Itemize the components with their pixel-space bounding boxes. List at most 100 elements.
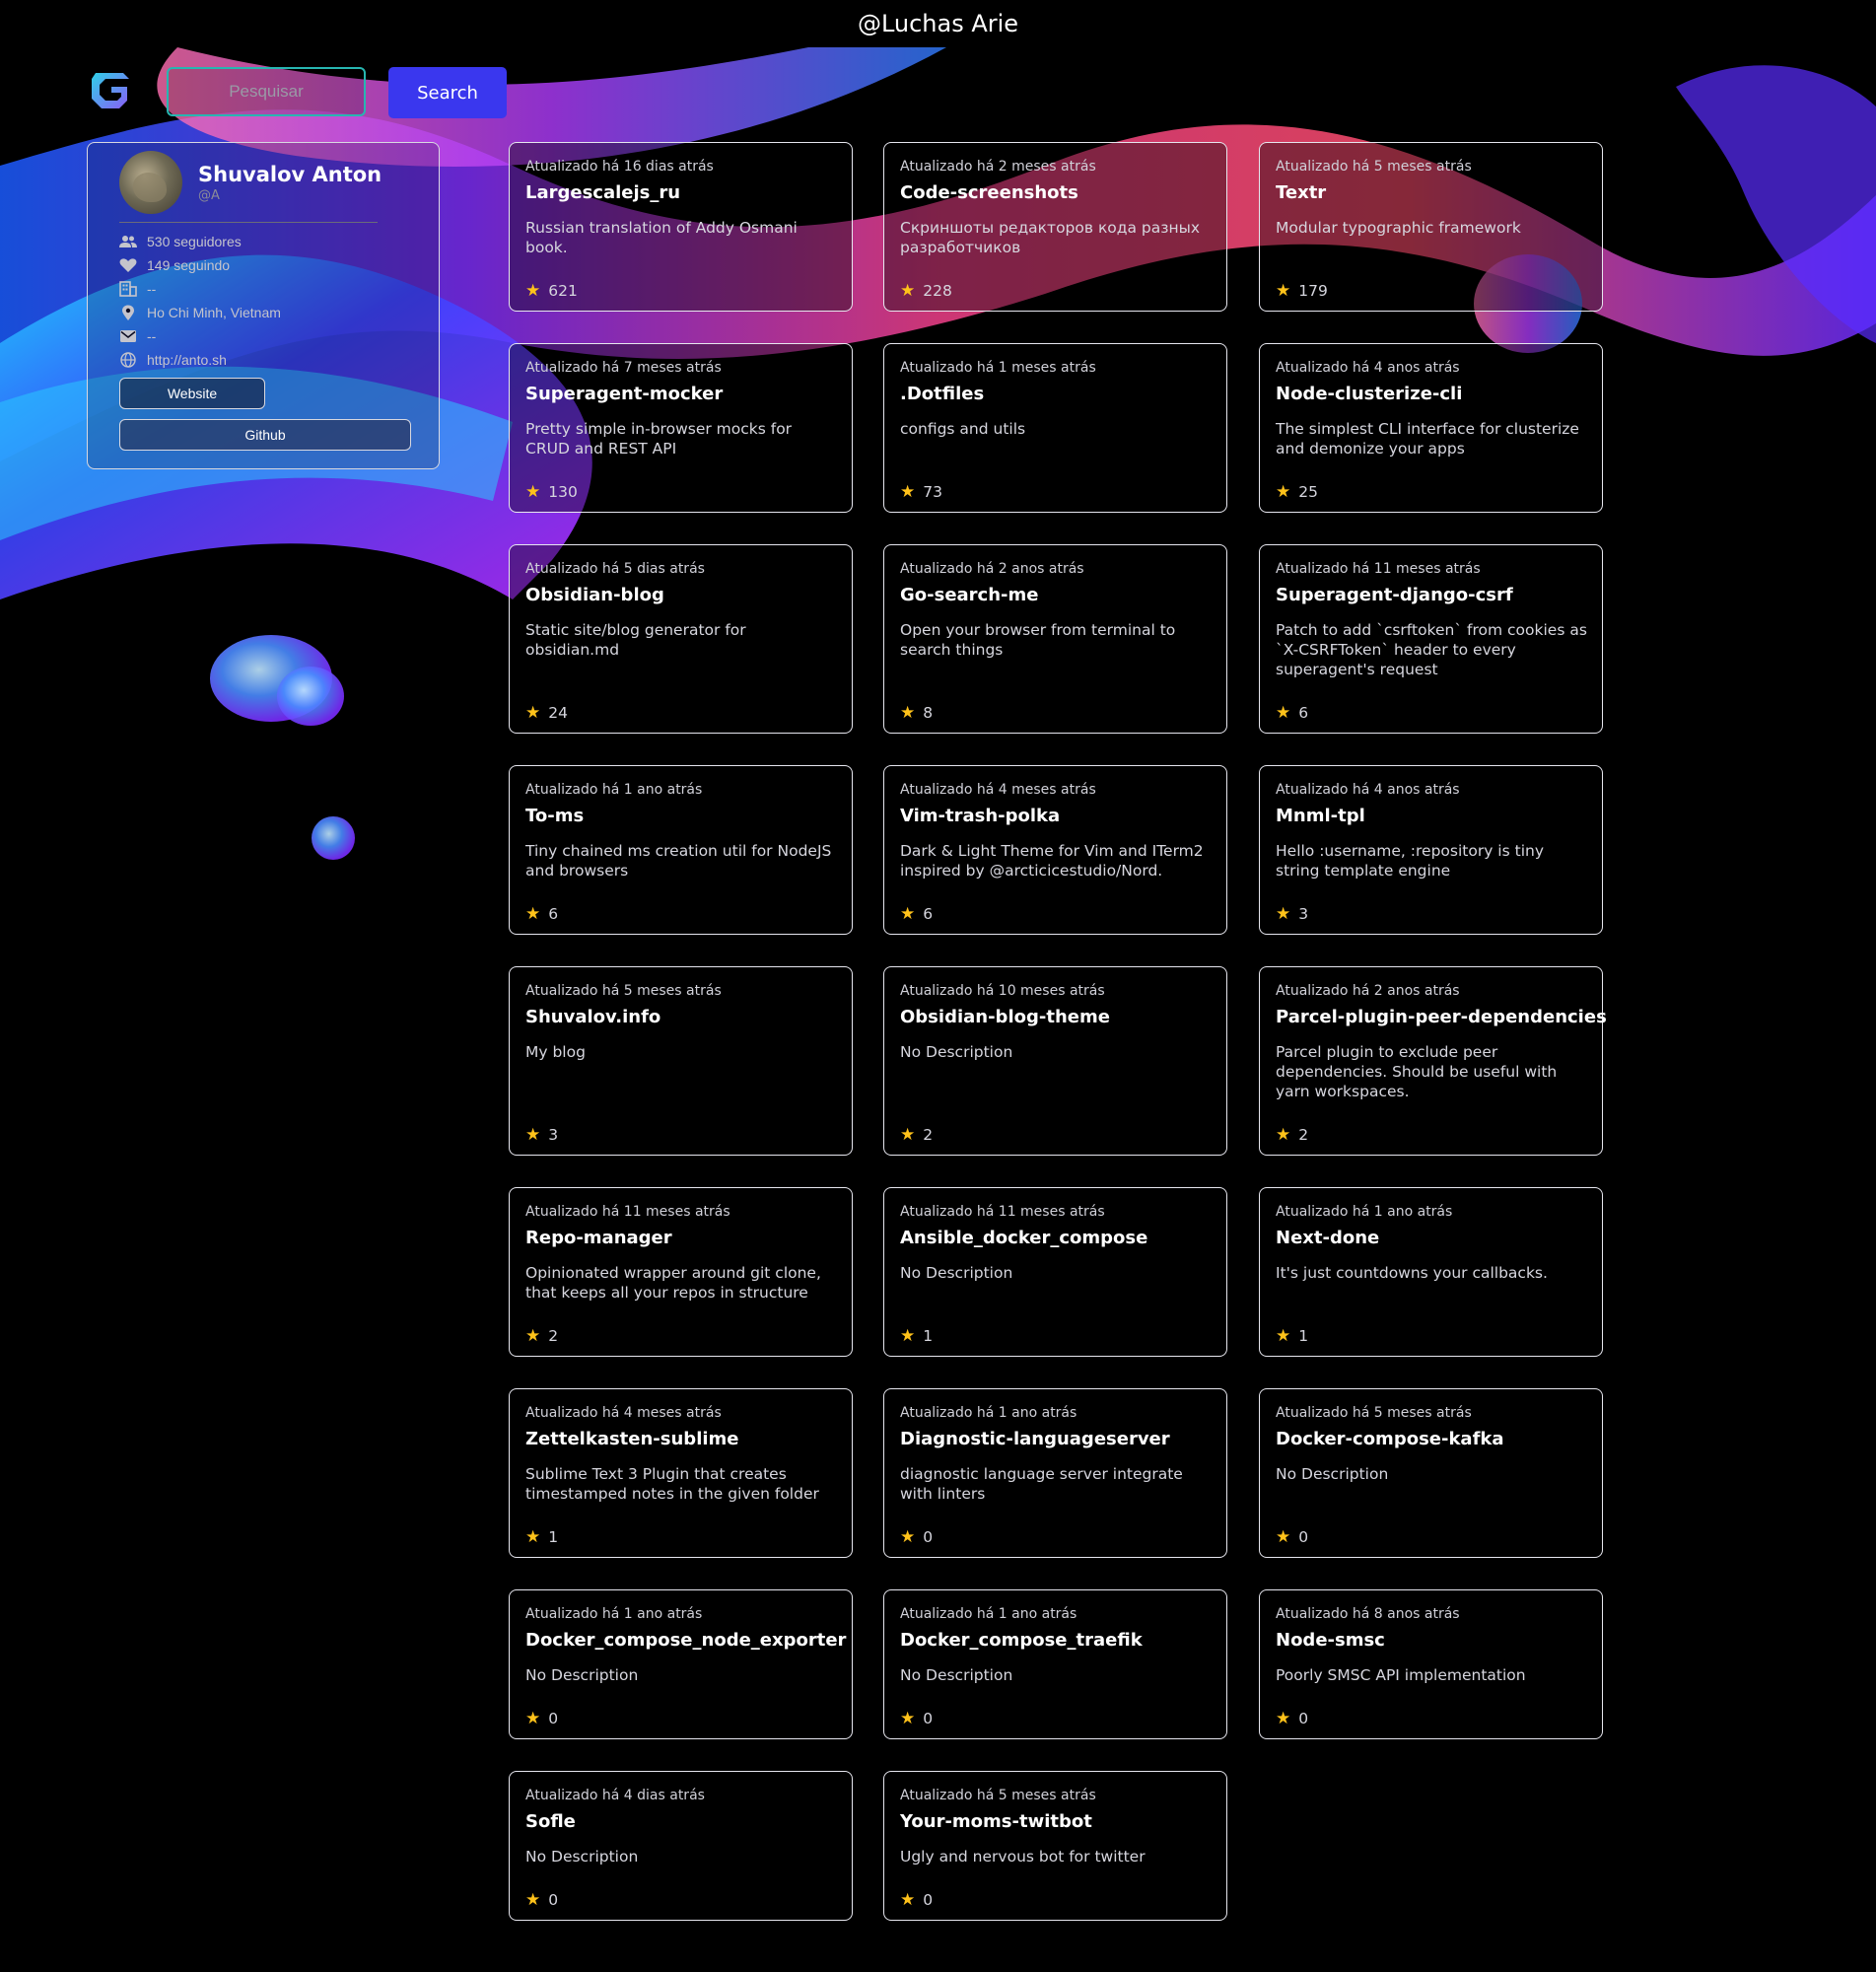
repo-name[interactable]: Mnml-tpl [1276, 806, 1365, 826]
repo-stars: ★ 0 [900, 1890, 933, 1910]
repo-card[interactable]: Atualizado há 5 meses atrás Textr Modular … [1259, 142, 1603, 312]
repo-updated: Atualizado há 4 meses atrás [525, 1405, 722, 1421]
repo-name[interactable]: Node-clusterize-cli [1276, 384, 1462, 404]
repo-stars: ★ 130 [525, 482, 578, 502]
repo-name[interactable]: Docker_compose_node_exporter [525, 1630, 846, 1651]
star-count: 6 [548, 905, 559, 923]
repo-name[interactable]: Shuvalov.info [525, 1007, 660, 1027]
repo-stars: ★ 6 [900, 904, 933, 924]
repo-description: The simplest CLI interface for clusteriz… [1276, 420, 1579, 458]
star-icon: ★ [1276, 904, 1291, 924]
repo-card[interactable]: Atualizado há 5 meses atrás Docker-compos… [1259, 1388, 1603, 1558]
repo-card[interactable]: Atualizado há 10 meses atrás Obsidian-blo… [883, 966, 1227, 1156]
repo-updated: Atualizado há 7 meses atrás [525, 360, 722, 376]
website-text[interactable]: http://anto.sh [147, 352, 227, 368]
star-icon: ★ [1276, 482, 1291, 502]
repo-card[interactable]: Atualizado há 4 anos atrás Node-clusteriz… [1259, 343, 1603, 513]
repo-card[interactable]: Atualizado há 11 meses atrás Ansible_dock… [883, 1187, 1227, 1357]
repo-name[interactable]: Code-screenshots [900, 182, 1078, 203]
search-input[interactable] [167, 67, 366, 116]
repo-card[interactable]: Atualizado há 4 anos atrás Mnml-tpl Hello … [1259, 765, 1603, 935]
repo-card[interactable]: Atualizado há 1 ano atrás Docker_compose_… [509, 1589, 853, 1739]
repo-stars: ★ 228 [900, 281, 952, 301]
profile-card: Shuvalov Anton @A 530 seguidores 149 seg… [87, 142, 440, 469]
repo-name[interactable]: To-ms [525, 806, 584, 826]
repo-description: No Description [1276, 1465, 1389, 1483]
repo-stars: ★ 25 [1276, 482, 1318, 502]
star-icon: ★ [525, 1527, 541, 1547]
repo-card[interactable]: Atualizado há 16 dias atrás Largescalejs_… [509, 142, 853, 312]
repo-card[interactable]: Atualizado há 4 meses atrás Zettelkasten-… [509, 1388, 853, 1558]
star-icon: ★ [1276, 281, 1291, 301]
repo-card[interactable]: Atualizado há 11 meses atrás Repo-manager… [509, 1187, 853, 1357]
star-count: 228 [923, 282, 952, 300]
github-button[interactable]: Github [119, 419, 411, 451]
repo-name[interactable]: Docker-compose-kafka [1276, 1429, 1504, 1449]
repo-description: Poorly SMSC API implementation [1276, 1666, 1526, 1684]
star-count: 1 [1298, 1327, 1309, 1345]
repo-name[interactable]: Vim-trash-polka [900, 806, 1060, 826]
repo-description: diagnostic language server integrate wit… [900, 1465, 1183, 1503]
repo-card[interactable]: Atualizado há 1 ano atrás Docker_compose_… [883, 1589, 1227, 1739]
repo-name[interactable]: Diagnostic-languageserver [900, 1429, 1170, 1449]
repo-description: Ugly and nervous bot for twitter [900, 1848, 1146, 1866]
repo-card[interactable]: Atualizado há 2 anos atrás Go-search-me Op… [883, 544, 1227, 734]
repo-card[interactable]: Atualizado há 4 meses atrás Vim-trash-pol… [883, 765, 1227, 935]
repo-name[interactable]: Go-search-me [900, 585, 1038, 605]
logo-icon [92, 73, 129, 108]
star-icon: ★ [1276, 1709, 1291, 1728]
website-button[interactable]: Website [119, 378, 265, 409]
star-icon: ★ [900, 1125, 916, 1145]
star-icon: ★ [525, 281, 541, 301]
repo-name[interactable]: Superagent-mocker [525, 384, 723, 404]
repo-card[interactable]: Atualizado há 1 meses atrás .Dotfiles conf… [883, 343, 1227, 513]
repo-updated: Atualizado há 5 meses atrás [1276, 1405, 1472, 1421]
repo-name[interactable]: Obsidian-blog [525, 585, 664, 605]
repo-description: It's just countdowns your callbacks. [1276, 1264, 1548, 1282]
repo-card[interactable]: Atualizado há 1 ano atrás Next-done It's j… [1259, 1187, 1603, 1357]
repo-card[interactable]: Atualizado há 11 meses atrás Superagent-d… [1259, 544, 1603, 734]
repo-card[interactable]: Atualizado há 5 meses atrás Your-moms-twi… [883, 1771, 1227, 1921]
star-count: 8 [923, 704, 934, 722]
repo-name[interactable]: Node-smsc [1276, 1630, 1385, 1651]
repo-name[interactable]: Sofle [525, 1811, 576, 1832]
repo-card[interactable]: Atualizado há 1 ano atrás To-ms Tiny chain… [509, 765, 853, 935]
repo-card[interactable]: Atualizado há 2 anos atrás Parcel-plugin-… [1259, 966, 1607, 1156]
repo-stars: ★ 1 [900, 1326, 933, 1346]
star-icon: ★ [525, 904, 541, 924]
repo-description: No Description [900, 1666, 1013, 1684]
repo-stars: ★ 73 [900, 482, 942, 502]
repo-name[interactable]: Parcel-plugin-peer-dependencies [1276, 1007, 1607, 1027]
repo-name[interactable]: Docker_compose_traefik [900, 1630, 1143, 1651]
repo-card[interactable]: Atualizado há 4 dias atrás Sofle No Descri… [509, 1771, 853, 1921]
star-count: 0 [923, 1710, 934, 1727]
repo-card[interactable]: Atualizado há 8 anos atrás Node-smsc Poorl… [1259, 1589, 1603, 1739]
repo-updated: Atualizado há 5 meses atrás [900, 1788, 1096, 1803]
repo-name[interactable]: Largescalejs_ru [525, 182, 680, 203]
star-count: 73 [923, 483, 942, 501]
repo-name[interactable]: Obsidian-blog-theme [900, 1007, 1110, 1027]
star-count: 0 [548, 1710, 559, 1727]
repo-name[interactable]: Your-moms-twitbot [900, 1811, 1092, 1832]
star-count: 2 [923, 1126, 934, 1144]
search-button[interactable]: Search [388, 67, 507, 118]
repo-card[interactable]: Atualizado há 5 meses atrás Shuvalov.info… [509, 966, 853, 1156]
repo-card[interactable]: Atualizado há 1 ano atrás Diagnostic-lang… [883, 1388, 1227, 1558]
header-title: @Luchas Arie [857, 10, 1019, 37]
repo-name[interactable]: .Dotfiles [900, 384, 984, 404]
repo-name[interactable]: Next-done [1276, 1228, 1379, 1248]
repo-card[interactable]: Atualizado há 5 dias atrás Obsidian-blog S… [509, 544, 853, 734]
location-text: Ho Chi Minh, Vietnam [147, 305, 281, 320]
star-count: 621 [548, 282, 578, 300]
repo-stars: ★ 1 [1276, 1326, 1308, 1346]
repo-name[interactable]: Repo-manager [525, 1228, 672, 1248]
mail-icon [120, 330, 136, 342]
repo-name[interactable]: Textr [1276, 182, 1326, 203]
repo-name[interactable]: Superagent-django-csrf [1276, 585, 1513, 605]
repo-card[interactable]: Atualizado há 2 meses atrás Code-screensh… [883, 142, 1227, 312]
repo-card[interactable]: Atualizado há 7 meses atrás Superagent-mo… [509, 343, 853, 513]
repo-name[interactable]: Ansible_docker_compose [900, 1228, 1147, 1248]
star-icon: ★ [525, 482, 541, 502]
repo-name[interactable]: Zettelkasten-sublime [525, 1429, 739, 1449]
following-row: 149 seguindo [119, 255, 230, 275]
